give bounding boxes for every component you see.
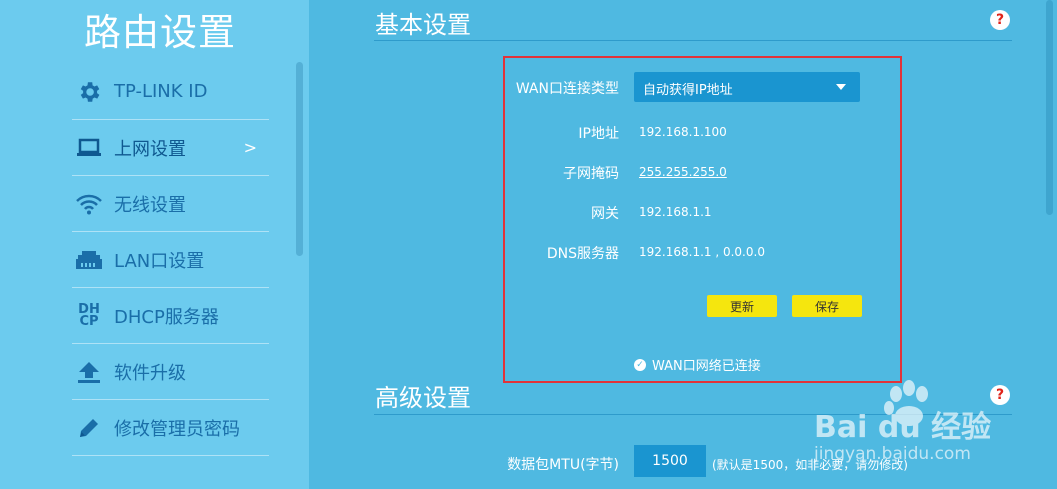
basic-settings-title: 基本设置 xyxy=(375,11,471,39)
sidebar-item-firmware-upgrade[interactable]: 软件升级 xyxy=(72,344,269,400)
sidebar-item-dhcp[interactable]: DH CP DHCP服务器 xyxy=(72,288,269,344)
sidebar-item-label: 上网设置 xyxy=(114,138,186,160)
refresh-button[interactable]: 更新 xyxy=(707,295,777,317)
ip-value: 192.168.1.100 xyxy=(639,125,727,139)
dns-label: DNS服务器 xyxy=(546,246,619,262)
sidebar-item-admin-password[interactable]: 修改管理员密码 xyxy=(72,400,269,456)
gear-icon xyxy=(74,77,104,107)
section-divider xyxy=(374,40,1012,41)
sidebar-item-wireless[interactable]: 无线设置 xyxy=(72,176,269,232)
sidebar-item-label: TP-LINK ID xyxy=(114,81,208,102)
advanced-settings-title: 高级设置 xyxy=(375,384,471,412)
sidebar-title: 路由设置 xyxy=(84,11,236,54)
highlight-box xyxy=(503,56,902,383)
save-button[interactable]: 保存 xyxy=(792,295,862,317)
help-icon[interactable]: ? xyxy=(990,10,1010,30)
laptop-icon xyxy=(74,133,104,163)
lan-port-icon xyxy=(74,245,104,275)
main-scrollbar[interactable] xyxy=(1046,0,1053,215)
wan-type-selected-value: 自动获得IP地址 xyxy=(643,83,733,98)
wan-type-select[interactable]: 自动获得IP地址 xyxy=(634,72,860,102)
sidebar-item-internet-settings[interactable]: 上网设置 > xyxy=(72,120,269,176)
sidebar-item-label: LAN口设置 xyxy=(114,250,205,272)
wan-type-label: WAN口连接类型 xyxy=(515,81,619,97)
sidebar-scrollbar[interactable] xyxy=(296,62,303,256)
baidu-watermark: Bai du 经验 jingyan.baidu.com xyxy=(814,372,1014,482)
gateway-value: 192.168.1.1 xyxy=(639,205,712,219)
watermark-url: jingyan.baidu.com xyxy=(814,444,971,464)
sidebar-item-lan[interactable]: LAN口设置 xyxy=(72,232,269,288)
pencil-icon xyxy=(74,413,104,443)
check-circle-icon: ✓ xyxy=(634,358,646,371)
ip-label: IP地址 xyxy=(578,126,619,142)
gateway-label: 网关 xyxy=(591,206,619,222)
sidebar-item-label: 软件升级 xyxy=(114,362,186,384)
wifi-icon xyxy=(74,189,104,219)
sidebar-item-label: 修改管理员密码 xyxy=(114,418,240,440)
connection-status: ✓ WAN口网络已连接 xyxy=(634,355,761,374)
sidebar: 路由设置 TP-LINK ID 上网设置 > 无线设置 LAN口设置 DH CP… xyxy=(0,0,309,489)
dhcp-icon: DH CP xyxy=(74,301,104,331)
mtu-label: 数据包MTU(字节) xyxy=(507,457,619,473)
upload-icon xyxy=(74,357,104,387)
dns-value: 192.168.1.1 , 0.0.0.0 xyxy=(639,245,765,259)
sidebar-item-label: DHCP服务器 xyxy=(114,306,219,328)
watermark-brand: Bai du 经验 xyxy=(814,410,992,445)
chevron-right-icon: > xyxy=(243,138,257,157)
subnet-mask-value: 255.255.255.0 xyxy=(639,165,727,179)
subnet-mask-label: 子网掩码 xyxy=(563,166,619,182)
caret-down-icon xyxy=(836,84,846,90)
mtu-input[interactable]: 1500 xyxy=(634,445,706,477)
sidebar-item-tplink-id[interactable]: TP-LINK ID xyxy=(72,64,269,120)
dhcp-icon-text-bottom: CP xyxy=(79,313,99,329)
status-text: WAN口网络已连接 xyxy=(652,359,761,374)
sidebar-item-label: 无线设置 xyxy=(114,194,186,216)
